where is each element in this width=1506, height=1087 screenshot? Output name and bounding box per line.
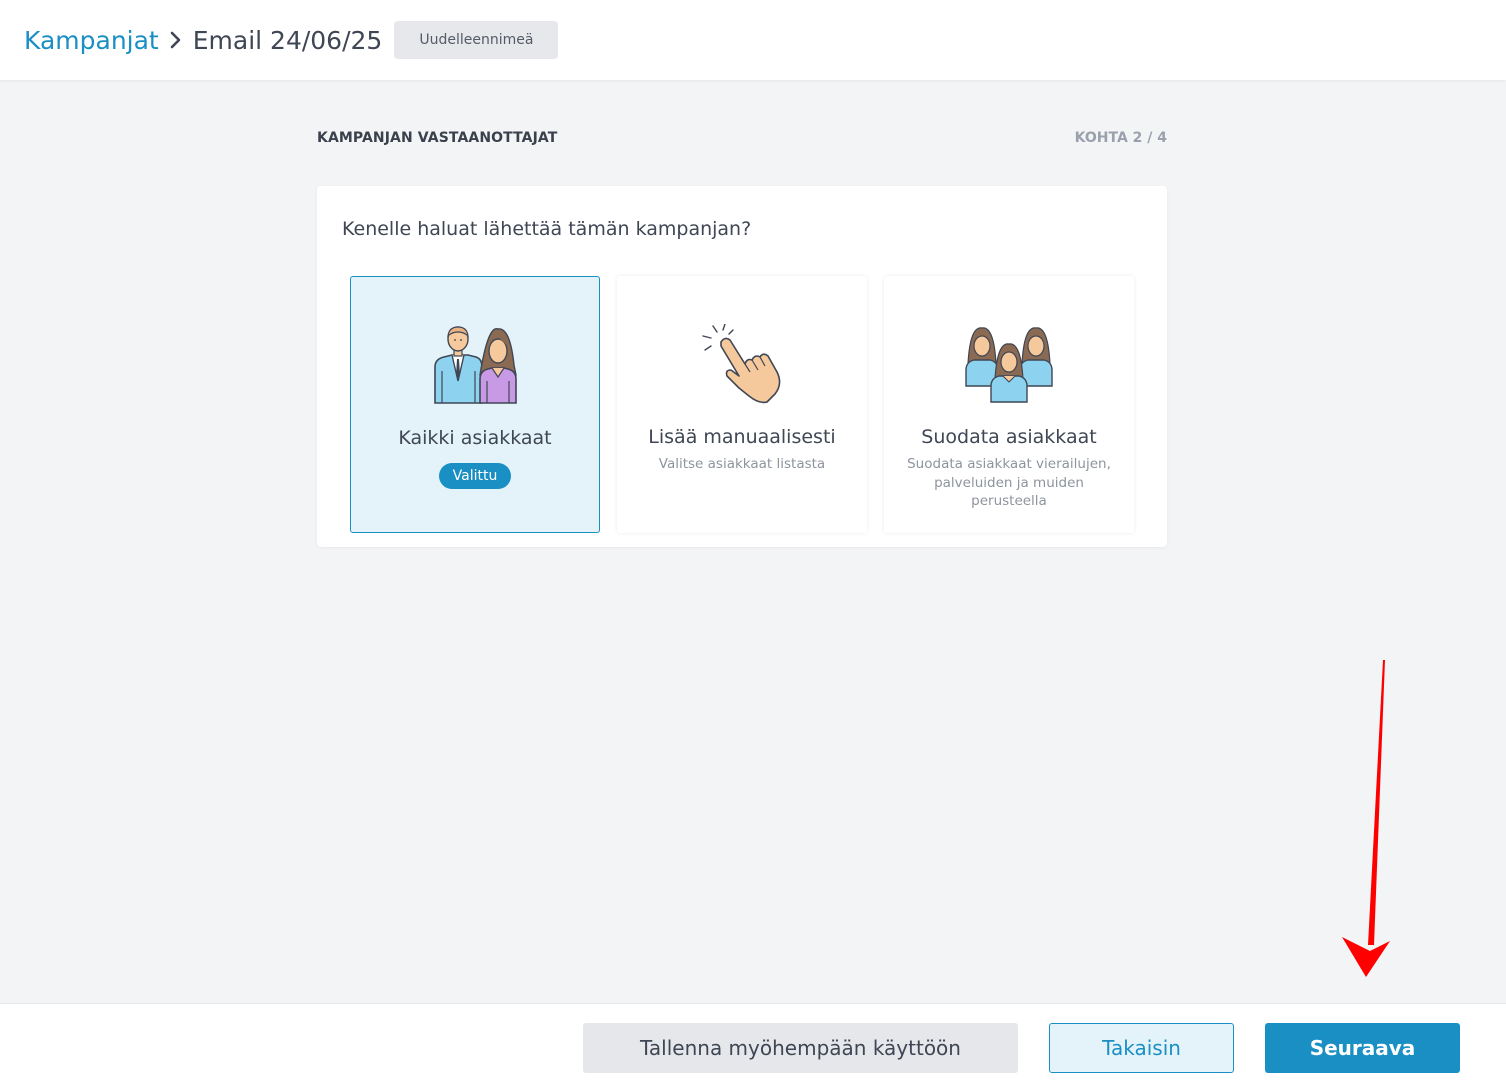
chevron-right-icon: [169, 31, 183, 49]
selected-badge: Valittu: [439, 463, 511, 489]
footer-bar: Tallenna myöhempään käyttöön Takaisin Se…: [0, 1003, 1506, 1087]
option-filter-customers[interactable]: Suodata asiakkaat Suodata asiakkaat vier…: [884, 276, 1134, 533]
recipients-card: Kenelle haluat lähettää tämän kampanjan?: [317, 186, 1167, 547]
option-filter-customers-title: Suodata asiakkaat: [921, 426, 1097, 448]
option-add-manually-desc: Valitse asiakkaat listasta: [658, 456, 826, 472]
customers-icon: [434, 326, 517, 404]
recipients-question: Kenelle haluat lähettää tämän kampanjan?: [342, 218, 752, 240]
option-all-customers-title: Kaikki asiakkaat: [398, 427, 552, 449]
back-button[interactable]: Takaisin: [1049, 1023, 1234, 1073]
option-all-customers[interactable]: Kaikki asiakkaat Valittu: [350, 276, 600, 533]
next-button[interactable]: Seuraava: [1265, 1023, 1460, 1073]
option-filter-customers-desc: Suodata asiakkaat vierailujen, palveluid…: [907, 456, 1111, 509]
option-add-manually[interactable]: Lisää manuaalisesti Valitse asiakkaat li…: [617, 276, 867, 533]
option-add-manually-title: Lisää manuaalisesti: [648, 426, 836, 448]
annotation-arrow-icon: [1342, 660, 1390, 977]
step-indicator: KOHTA 2 / 4: [1074, 130, 1167, 146]
rename-button[interactable]: Uudelleennimeä: [394, 21, 559, 59]
group-icon: [965, 327, 1053, 403]
top-bar: Kampanjat Email 24/06/25 Uudelleennimeä: [0, 0, 1506, 80]
page-title: Email 24/06/25: [192, 25, 383, 55]
save-for-later-button[interactable]: Tallenna myöhempään käyttöön: [583, 1023, 1018, 1073]
tap-hand-icon: [702, 324, 781, 404]
breadcrumb-campaigns-link[interactable]: Kampanjat: [24, 26, 159, 55]
section-title: KAMPANJAN VASTAANOTTAJAT: [317, 130, 558, 146]
